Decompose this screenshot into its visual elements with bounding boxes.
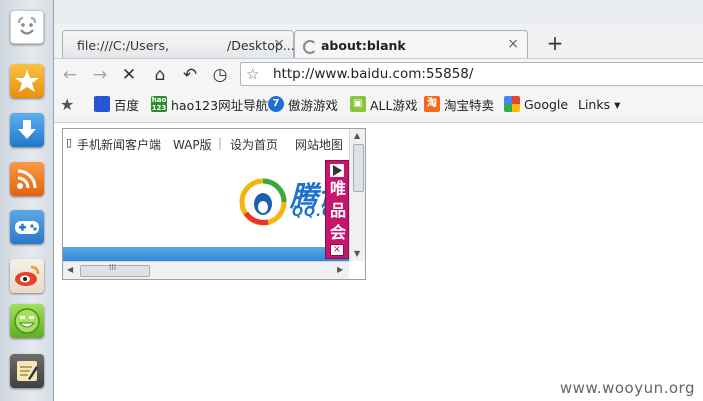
dock-weibo-button[interactable] (10, 259, 44, 293)
maxthon-icon: 7 (268, 96, 284, 112)
scroll-grip: III (109, 263, 117, 272)
bookmark-taobao[interactable]: 淘 淘宝特卖 (424, 95, 494, 113)
link-sitemap[interactable]: 网站地图 (295, 136, 343, 153)
tab-file[interactable]: file:///C:/Users,/Desktop... × (62, 30, 295, 58)
address-bar[interactable]: ☆ http://www.baidu.com:55858/ (240, 62, 703, 86)
stop-icon[interactable]: ✕ (118, 65, 140, 85)
bookmark-google[interactable]: Google (504, 95, 568, 113)
page-blue-band (63, 247, 349, 261)
dock-notes-button[interactable] (10, 354, 44, 388)
page-top-links: ▯ 手机新闻客户端 WAP版 | 设为首页 网站地图 (63, 129, 349, 157)
dock-game-button[interactable] (10, 210, 44, 244)
gamepad-icon (15, 221, 39, 234)
back-icon[interactable]: ← (59, 65, 81, 85)
scroll-left-icon[interactable]: ◀ (67, 265, 73, 274)
bookmark-all-games[interactable]: ▣ ALL游戏 (350, 95, 417, 113)
new-tab-button[interactable]: + (537, 30, 573, 58)
qq-logo-icon (239, 178, 287, 226)
vip-ad-banner[interactable]: 唯 品 会 × (325, 160, 349, 259)
bookmarks-bar: ★ 🐾 百度 hao 123 hao123网址导航 7 傲游游戏 ▣ ALL游戏 … (54, 91, 703, 117)
tab-strip: file:///C:/Users,/Desktop... × about:bla… (54, 26, 703, 58)
dock-smiley-button[interactable] (10, 10, 44, 44)
embedded-page-frame: ▯ 手机新闻客户端 WAP版 | 设为首页 网站地图 腾讯 QQ.COM ▲ ▼… (62, 128, 366, 280)
rss-icon (17, 169, 37, 189)
forward-icon[interactable]: → (89, 65, 111, 85)
paw-icon: 🐾 (94, 96, 110, 112)
download-icon (18, 120, 36, 139)
bookmark-star-icon[interactable]: ☆ (246, 65, 259, 83)
scroll-up-icon[interactable]: ▲ (354, 131, 360, 140)
tab-file-label: file:///C:/Users,/Desktop... (77, 38, 295, 53)
taobao-icon: 淘 (424, 96, 440, 112)
link-mobile-client[interactable]: 手机新闻客户端 (77, 136, 161, 153)
vip-char-3: 会 (329, 223, 346, 242)
tab-file-close-icon[interactable]: × (273, 36, 285, 52)
vertical-scrollbar[interactable]: ▲ ▼ (349, 129, 365, 261)
launcher-dock (0, 0, 54, 401)
link-set-homepage[interactable]: 设为首页 (230, 136, 278, 153)
tab-about-blank-close-icon[interactable]: × (507, 36, 519, 52)
phone-icon: ▯ (66, 136, 73, 149)
bookmark-baidu[interactable]: 🐾 百度 (94, 95, 139, 113)
dock-download-button[interactable] (10, 113, 44, 147)
scroll-right-icon[interactable]: ▶ (337, 265, 343, 274)
smiley-icon (18, 17, 36, 35)
watermark: www.wooyun.org (559, 379, 695, 397)
smile-face-icon (14, 308, 40, 334)
undo-icon[interactable]: ↶ (179, 65, 201, 85)
history-icon[interactable]: ◷ (209, 65, 231, 85)
vertical-scroll-thumb[interactable] (353, 144, 364, 192)
vip-char-2: 品 (329, 201, 346, 220)
notepad-icon (17, 361, 38, 381)
scroll-down-icon[interactable]: ▼ (354, 249, 360, 258)
dock-rss-button[interactable] (10, 162, 44, 196)
google-icon (504, 96, 520, 112)
title-strip (54, 0, 703, 24)
horizontal-scroll-thumb[interactable]: III (80, 263, 150, 277)
game-bag-icon: ▣ (350, 96, 366, 112)
home-icon[interactable]: ⌂ (149, 65, 171, 85)
bookmark-maxthon-games[interactable]: 7 傲游游戏 (268, 95, 338, 113)
vip-char-1: 唯 (329, 179, 346, 198)
bookmark-hao123[interactable]: hao 123 hao123网址导航 (151, 95, 268, 113)
hao123-icon: hao 123 (151, 96, 167, 112)
dock-emoticon-button[interactable] (10, 304, 44, 338)
link-divider: | (218, 136, 223, 150)
vip-ad-text: 唯 品 会 (328, 178, 348, 244)
bookmarks-star-icon[interactable]: ★ (60, 95, 74, 114)
vip-close-icon[interactable]: × (330, 244, 344, 256)
loading-spinner-icon (303, 40, 317, 54)
play-icon[interactable] (330, 164, 344, 177)
address-url[interactable]: http://www.baidu.com:55858/ (273, 66, 473, 82)
tab-about-blank-label: about:blank (321, 38, 406, 53)
dock-favorites-button[interactable] (10, 64, 44, 98)
weibo-icon (15, 265, 40, 286)
chrome-separator (54, 122, 703, 123)
link-wap[interactable]: WAP版 (173, 136, 212, 153)
bookmark-links-menu[interactable]: Links ▾ (578, 95, 620, 113)
star-icon (15, 70, 39, 92)
navigation-bar: ← → ✕ ⌂ ↶ ◷ ☆ http://www.baidu.com:55858… (54, 58, 703, 91)
horizontal-scrollbar[interactable]: ◀ III ▶ (63, 261, 349, 279)
browser-chrome: file:///C:/Users,/Desktop... × about:bla… (54, 0, 703, 123)
tab-about-blank[interactable]: about:blank × (294, 30, 528, 58)
